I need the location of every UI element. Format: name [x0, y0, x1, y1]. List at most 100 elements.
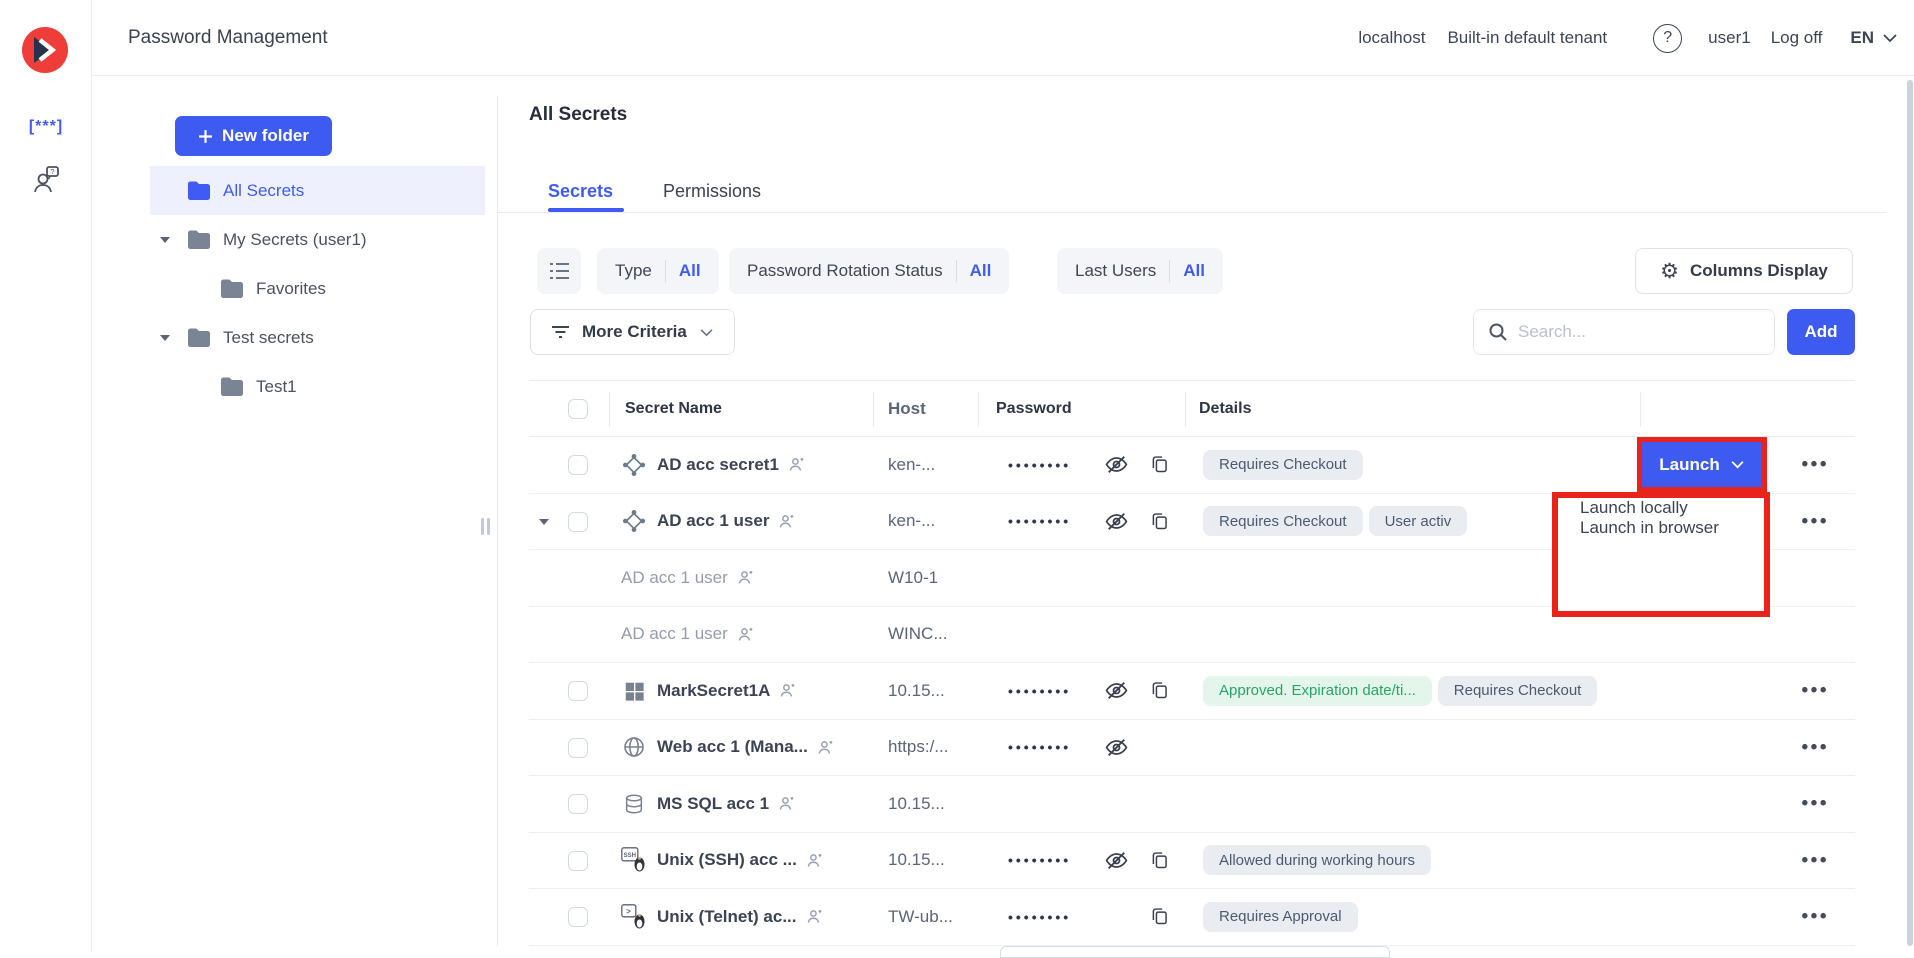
expand-caret-icon[interactable] — [539, 519, 549, 525]
reveal-password-icon[interactable] — [1104, 452, 1129, 477]
columns-display-button[interactable]: ⚙ Columns Display — [1635, 248, 1853, 294]
column-header-details[interactable]: Details — [1185, 381, 1640, 436]
secret-name[interactable]: Web acc 1 (Mana... — [657, 737, 808, 757]
reveal-password-icon[interactable] — [1104, 678, 1129, 703]
username-label[interactable]: user1 — [1708, 28, 1751, 48]
password-module-icon[interactable]: [***] — [0, 118, 92, 136]
tree-expand-icon[interactable] — [160, 335, 170, 341]
row-actions-button[interactable]: ••• — [1802, 851, 1829, 870]
details-pill: Allowed during working hours — [1203, 845, 1431, 875]
filter-rotation-chip[interactable]: Password Rotation Status All — [729, 248, 1009, 294]
row-checkbox[interactable] — [568, 907, 588, 927]
secret-name[interactable]: AD acc secret1 — [657, 455, 779, 475]
row-actions-button[interactable]: ••• — [1802, 455, 1829, 474]
row-checkbox[interactable] — [568, 851, 588, 871]
tree-item-my-secrets-user1[interactable]: My Secrets (user1) — [150, 215, 485, 264]
more-criteria-button[interactable]: More Criteria — [530, 309, 735, 355]
db-icon — [621, 792, 647, 816]
row-checkbox[interactable] — [568, 455, 588, 475]
password-mask: •••••••• — [1008, 457, 1086, 473]
language-selector[interactable]: EN — [1850, 28, 1874, 48]
personal-account-icon — [788, 456, 805, 473]
horizontal-scrollbar[interactable] — [1000, 946, 1390, 958]
user-analytics-icon[interactable]: ? — [0, 164, 92, 196]
brand-logo-icon[interactable] — [21, 26, 69, 79]
table-row: >Unix (Telnet) ac...TW-ub...••••••••Requ… — [529, 889, 1855, 946]
column-header-password[interactable]: Password — [978, 381, 1185, 436]
copy-password-icon[interactable] — [1149, 850, 1170, 871]
reveal-password-icon[interactable] — [1104, 509, 1129, 534]
reveal-password-icon[interactable] — [1104, 735, 1129, 760]
column-header-secret-name[interactable]: Secret Name — [609, 381, 873, 436]
copy-password-icon[interactable] — [1149, 680, 1170, 701]
password-mask: •••••••• — [1008, 852, 1086, 868]
filter-type-chip[interactable]: Type All — [597, 248, 719, 294]
folder-icon — [187, 327, 211, 348]
row-checkbox[interactable] — [568, 794, 588, 814]
secret-name[interactable]: Unix (SSH) acc ... — [657, 850, 797, 870]
host-value: 10.15... — [873, 850, 978, 870]
host-value: https:/... — [873, 737, 978, 757]
row-actions-button[interactable]: ••• — [1802, 738, 1829, 757]
row-actions-button[interactable]: ••• — [1802, 907, 1829, 926]
column-header-host[interactable]: Host — [873, 381, 978, 436]
host-value: W10-1 — [873, 568, 978, 588]
select-all-checkbox[interactable] — [568, 399, 588, 419]
row-checkbox[interactable] — [568, 681, 588, 701]
tree-item-favorites[interactable]: Favorites — [150, 264, 485, 313]
copy-password-icon[interactable] — [1149, 454, 1170, 475]
search-icon — [1488, 322, 1508, 342]
search-input[interactable] — [1518, 322, 1760, 342]
copy-password-icon[interactable] — [1149, 511, 1170, 532]
filter-value[interactable]: All — [1183, 261, 1205, 281]
plus-icon — [198, 129, 213, 144]
vertical-scrollbar[interactable] — [1907, 80, 1913, 946]
add-button[interactable]: Add — [1787, 309, 1855, 355]
folder-icon — [220, 376, 244, 397]
logoff-button[interactable]: Log off — [1771, 28, 1823, 48]
host-link[interactable]: localhost — [1358, 28, 1425, 48]
tenant-link[interactable]: Built-in default tenant — [1447, 28, 1607, 48]
menu-item-launch-in-browser[interactable]: Launch in browser — [1558, 518, 1764, 538]
telnet-icon: > — [621, 904, 647, 930]
row-actions-button[interactable]: ••• — [1802, 681, 1829, 700]
filter-value[interactable]: All — [679, 261, 701, 281]
tab-secrets[interactable]: Secrets — [548, 181, 613, 202]
chevron-down-icon — [1730, 460, 1745, 469]
row-checkbox[interactable] — [568, 738, 588, 758]
view-list-button[interactable] — [537, 248, 581, 294]
tree-expand-icon[interactable] — [160, 237, 170, 243]
password-mask: •••••••• — [1008, 909, 1086, 925]
help-icon[interactable]: ? — [1653, 24, 1682, 53]
row-checkbox[interactable] — [568, 512, 588, 532]
secret-name[interactable]: AD acc 1 user — [657, 511, 769, 531]
tree-item-test1[interactable]: Test1 — [150, 362, 485, 411]
chevron-down-icon[interactable] — [1882, 28, 1898, 48]
tree-item-all-secrets[interactable]: All Secrets — [150, 166, 485, 215]
secret-name[interactable]: MS SQL acc 1 — [657, 794, 769, 814]
copy-password-icon[interactable] — [1149, 906, 1170, 927]
launch-button[interactable]: Launch — [1642, 442, 1762, 487]
row-actions-button[interactable]: ••• — [1802, 512, 1829, 531]
new-folder-button[interactable]: New folder — [175, 116, 332, 156]
tree-item-label: My Secrets (user1) — [223, 230, 367, 250]
reveal-password-icon[interactable] — [1104, 848, 1129, 873]
svg-text:SSH: SSH — [624, 853, 636, 859]
top-bar: Password Management localhost Built-in d… — [0, 0, 1914, 76]
filter-lastusers-chip[interactable]: Last Users All — [1057, 248, 1223, 294]
table-row: SSH Unix (SSH) acc ... 10.15... •••••••• All… — [529, 833, 1855, 890]
pane-resize-handle[interactable] — [481, 518, 490, 535]
list-icon — [549, 262, 570, 280]
filter-value[interactable]: All — [970, 261, 992, 281]
tree-item-test-secrets[interactable]: Test secrets — [150, 313, 485, 362]
host-value: ken-... — [873, 455, 978, 475]
details-pill: User activ — [1369, 506, 1468, 536]
secret-name[interactable]: Unix (Telnet) ac... — [657, 907, 797, 927]
host-value: ken-... — [873, 511, 978, 531]
search-box[interactable] — [1473, 309, 1775, 355]
table-row: Web acc 1 (Mana...https:/...••••••••••• — [529, 720, 1855, 777]
row-actions-button[interactable]: ••• — [1802, 794, 1829, 813]
menu-item-launch-locally[interactable]: Launch locally — [1558, 498, 1764, 518]
secret-name[interactable]: MarkSecret1A — [657, 681, 770, 701]
tab-permissions[interactable]: Permissions — [663, 181, 761, 202]
